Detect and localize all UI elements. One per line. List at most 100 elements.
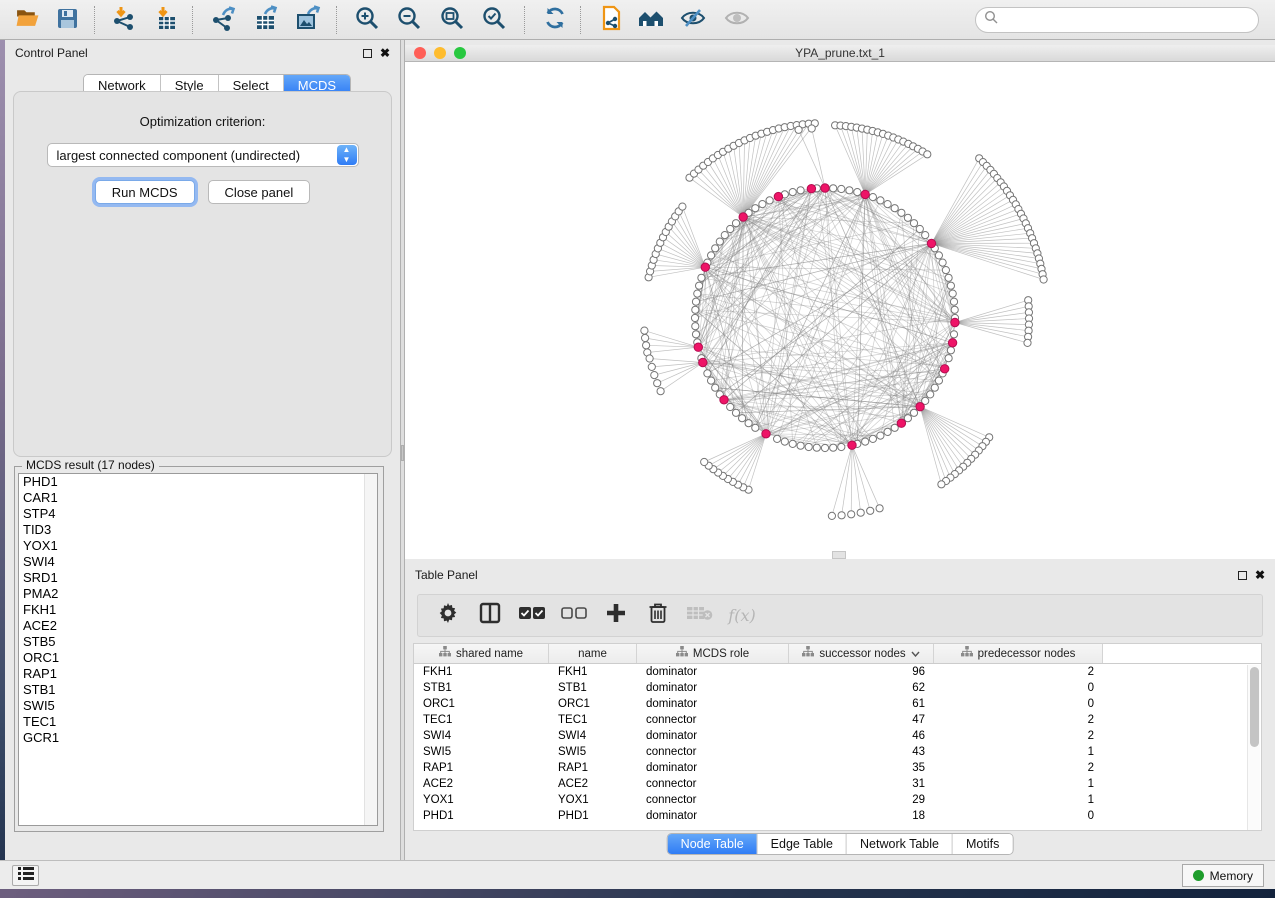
delete-table-button[interactable] xyxy=(688,604,712,628)
network-hub-node[interactable] xyxy=(861,190,869,198)
mcds-result-item[interactable]: STB1 xyxy=(19,682,377,698)
network-node[interactable] xyxy=(942,267,949,274)
network-hub-node[interactable] xyxy=(774,192,782,200)
network-node[interactable] xyxy=(721,232,728,239)
column-header-name[interactable]: name xyxy=(549,644,637,663)
table-row[interactable]: TEC1TEC1connector472 xyxy=(414,712,1261,728)
splitter-grip[interactable] xyxy=(401,445,404,461)
table-scrollbar[interactable] xyxy=(1247,665,1260,830)
column-header-MCDS-role[interactable]: MCDS role xyxy=(637,644,789,663)
mcds-result-item[interactable]: RAP1 xyxy=(19,666,377,682)
network-node[interactable] xyxy=(1040,276,1047,283)
network-node[interactable] xyxy=(884,428,891,435)
import-table-button[interactable] xyxy=(151,5,181,35)
network-node[interactable] xyxy=(643,342,650,349)
network-node[interactable] xyxy=(857,509,864,516)
network-hub-node[interactable] xyxy=(951,318,959,326)
network-node[interactable] xyxy=(808,125,815,132)
network-node[interactable] xyxy=(904,214,911,221)
network-node[interactable] xyxy=(1024,339,1031,346)
export-image-button[interactable] xyxy=(293,5,323,35)
run-mcds-button[interactable]: Run MCDS xyxy=(95,180,195,204)
network-hub-node[interactable] xyxy=(927,239,935,247)
mcds-result-item[interactable]: GCR1 xyxy=(19,730,377,746)
mcds-result-item[interactable]: STP4 xyxy=(19,506,377,522)
network-node[interactable] xyxy=(950,298,957,305)
network-node[interactable] xyxy=(789,189,796,196)
zoom-fit-button[interactable] xyxy=(437,5,467,35)
network-node[interactable] xyxy=(745,420,752,427)
tab-motifs[interactable]: Motifs xyxy=(953,834,1012,854)
network-hub-node[interactable] xyxy=(699,358,707,366)
network-node[interactable] xyxy=(869,194,876,201)
close-panel-button[interactable]: Close panel xyxy=(208,180,311,204)
tab-edge-table[interactable]: Edge Table xyxy=(758,834,847,854)
mcds-result-item[interactable]: PHD1 xyxy=(19,474,377,490)
network-node[interactable] xyxy=(846,187,853,194)
optimization-criterion-select[interactable]: largest connected component (undirected)… xyxy=(47,143,359,167)
close-panel-icon[interactable]: ✖ xyxy=(380,48,390,58)
table-row[interactable]: SWI4SWI4dominator462 xyxy=(414,728,1261,744)
network-hub-node[interactable] xyxy=(821,184,829,192)
network-node[interactable] xyxy=(935,252,942,259)
network-node[interactable] xyxy=(838,185,845,192)
export-network-button[interactable] xyxy=(209,5,239,35)
network-node[interactable] xyxy=(712,384,719,391)
network-hub-node[interactable] xyxy=(807,185,815,193)
mcds-list-scrollbar[interactable] xyxy=(364,474,377,825)
task-history-button[interactable] xyxy=(12,865,39,886)
network-from-file-button[interactable] xyxy=(596,5,626,35)
network-node[interactable] xyxy=(759,201,766,208)
network-node[interactable] xyxy=(696,282,703,289)
network-node[interactable] xyxy=(698,274,705,281)
network-hub-node[interactable] xyxy=(948,339,956,347)
network-node[interactable] xyxy=(830,185,837,192)
hide-selected-button[interactable] xyxy=(678,5,708,35)
mcds-result-item[interactable]: YOX1 xyxy=(19,538,377,554)
network-node[interactable] xyxy=(648,363,655,370)
network-hub-node[interactable] xyxy=(941,365,949,373)
mcds-result-item[interactable]: SWI5 xyxy=(19,698,377,714)
column-header-predecessor-nodes[interactable]: predecessor nodes xyxy=(934,644,1103,663)
network-node[interactable] xyxy=(922,232,929,239)
mcds-result-item[interactable]: SWI4 xyxy=(19,554,377,570)
zoom-selected-button[interactable] xyxy=(479,5,509,35)
float-panel-icon[interactable] xyxy=(363,49,372,58)
table-row[interactable]: SWI5SWI5connector431 xyxy=(414,744,1261,760)
export-table-button[interactable] xyxy=(251,5,281,35)
network-node[interactable] xyxy=(692,323,699,330)
network-node[interactable] xyxy=(712,245,719,252)
float-panel-icon[interactable] xyxy=(1238,571,1247,580)
network-node[interactable] xyxy=(916,225,923,232)
network-node[interactable] xyxy=(708,377,715,384)
deselect-all-button[interactable] xyxy=(562,604,586,628)
network-hub-node[interactable] xyxy=(701,263,709,271)
network-node[interactable] xyxy=(951,306,958,313)
network-node[interactable] xyxy=(774,435,781,442)
network-node[interactable] xyxy=(651,372,658,379)
network-node[interactable] xyxy=(869,435,876,442)
mcds-result-item[interactable]: TID3 xyxy=(19,522,377,538)
table-row[interactable]: YOX1YOX1connector291 xyxy=(414,792,1261,808)
network-node[interactable] xyxy=(646,355,653,362)
mcds-result-item[interactable]: ACE2 xyxy=(19,618,377,634)
network-canvas-area[interactable] xyxy=(405,62,1275,559)
network-node[interactable] xyxy=(884,201,891,208)
network-node[interactable] xyxy=(821,444,828,451)
network-node[interactable] xyxy=(766,197,773,204)
network-node[interactable] xyxy=(727,225,734,232)
network-node[interactable] xyxy=(732,220,739,227)
table-row[interactable]: PHD1PHD1dominator180 xyxy=(414,808,1261,824)
network-node[interactable] xyxy=(691,314,698,321)
import-network-button[interactable] xyxy=(109,5,139,35)
mcds-result-item[interactable]: SRD1 xyxy=(19,570,377,586)
network-node[interactable] xyxy=(938,481,945,488)
network-node[interactable] xyxy=(862,438,869,445)
add-column-button[interactable] xyxy=(604,604,628,628)
network-node[interactable] xyxy=(701,458,708,465)
zoom-in-button[interactable] xyxy=(352,5,382,35)
network-node[interactable] xyxy=(795,126,802,133)
show-columns-button[interactable] xyxy=(478,604,502,628)
column-header-successor-nodes[interactable]: successor nodes xyxy=(789,644,934,663)
mcds-result-item[interactable]: CAR1 xyxy=(19,490,377,506)
